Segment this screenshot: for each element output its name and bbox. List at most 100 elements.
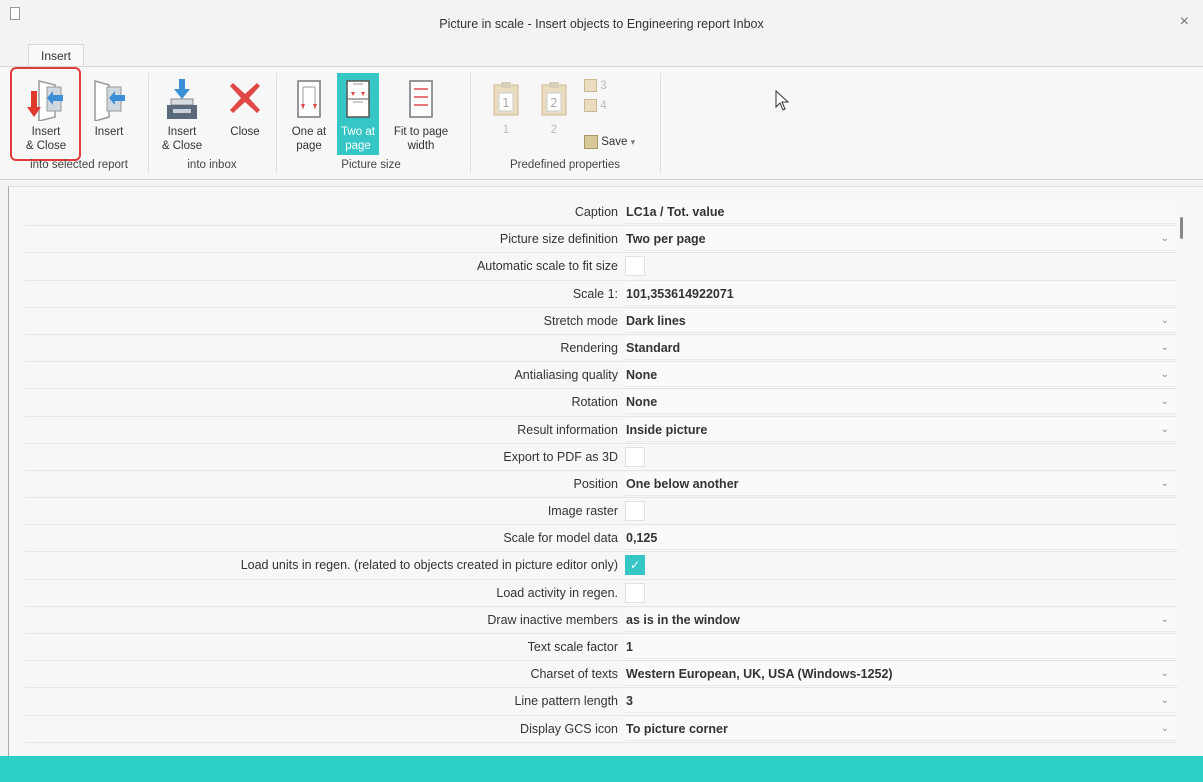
property-label: Rotation xyxy=(571,395,618,410)
property-select[interactable]: None ⌄ xyxy=(625,363,1177,388)
property-select[interactable]: One below another ⌄ xyxy=(625,471,1177,496)
fit-to-page-width-icon xyxy=(409,80,433,118)
two-at-page-button[interactable]: Two at page xyxy=(337,73,379,155)
property-row: Display GCS icon To picture corner ⌄ xyxy=(25,716,1177,743)
fit-to-page-width-label-2: width xyxy=(407,140,435,152)
property-label: Scale 1: xyxy=(572,286,618,301)
property-panel: Caption LC1a / Tot. value Picture size def… xyxy=(8,186,1203,756)
fit-to-page-width-button[interactable]: Fit to page width xyxy=(388,69,454,159)
clipboard-icon: 2 xyxy=(541,82,567,116)
property-select[interactable]: Western European, UK, USA (Windows-1252)… xyxy=(625,662,1177,687)
clipboard-icon: 1 xyxy=(493,82,519,116)
clipboard-small-icon xyxy=(584,79,597,93)
property-label: Rendering xyxy=(560,340,618,355)
property-value: Inside picture xyxy=(626,422,708,437)
property-row: Position One below another ⌄ xyxy=(25,471,1177,499)
inbox-insert-close-label-2: & Close xyxy=(161,140,203,152)
property-select[interactable]: To picture corner ⌄ xyxy=(625,716,1177,741)
preset-2-button[interactable]: 2 2 xyxy=(532,69,576,159)
svg-text:2: 2 xyxy=(550,96,558,110)
inbox-insert-close-label-1: Insert xyxy=(167,126,197,138)
property-row: Rendering Standard ⌄ xyxy=(25,335,1177,363)
property-select[interactable]: Standard ⌄ xyxy=(625,335,1177,360)
clipboard-small-icon xyxy=(584,99,597,113)
highlight-frame xyxy=(10,67,81,161)
fit-to-page-width-label-1: Fit to page xyxy=(393,126,449,138)
property-checkbox[interactable] xyxy=(625,501,645,522)
property-value-field[interactable]: 1 xyxy=(625,635,1177,659)
property-checkbox[interactable] xyxy=(625,256,645,277)
chevron-down-icon[interactable]: ⌄ xyxy=(1161,608,1169,632)
save-button[interactable]: Save ▾ xyxy=(584,135,654,153)
property-value: Western European, UK, USA (Windows-1252) xyxy=(626,667,893,682)
chevron-down-icon: ▾ xyxy=(630,137,636,148)
chevron-down-icon[interactable]: ⌄ xyxy=(1161,227,1169,251)
insert-button[interactable]: Insert xyxy=(86,69,132,159)
property-select[interactable]: 3 ⌄ xyxy=(625,689,1177,714)
chevron-down-icon[interactable]: ⌄ xyxy=(1161,363,1169,387)
property-select[interactable]: Inside picture ⌄ xyxy=(625,417,1177,442)
property-checkbox[interactable] xyxy=(625,446,645,467)
save-icon xyxy=(584,135,598,149)
property-value: One below another xyxy=(626,476,739,491)
chevron-down-icon[interactable]: ⌄ xyxy=(1161,662,1169,686)
group-label-predefined: Predefined properties xyxy=(510,159,620,171)
property-value-field[interactable]: 101,353614922071 xyxy=(625,281,1177,306)
inbox-insert-close-button[interactable]: Insert & Close xyxy=(154,69,210,159)
property-value: None xyxy=(626,395,658,410)
property-select[interactable]: Dark lines ⌄ xyxy=(625,308,1177,333)
property-row: Load activity in regen. xyxy=(25,580,1177,607)
group-label-picture-size: Picture size xyxy=(341,159,401,171)
close-button[interactable]: Close xyxy=(222,69,268,159)
preset-4-button[interactable]: 4 xyxy=(584,99,624,117)
property-label: Scale for model data xyxy=(503,531,618,546)
ribbon: Insert & Close Insert into selected repo… xyxy=(0,66,1203,180)
chevron-down-icon[interactable]: ⌄ xyxy=(1161,418,1169,442)
property-row: Scale 1: 101,353614922071 xyxy=(25,281,1177,308)
property-value: 1 xyxy=(626,640,633,654)
chevron-down-icon[interactable]: ⌄ xyxy=(1161,390,1169,414)
property-label: Picture size definition xyxy=(499,232,618,247)
chevron-down-icon[interactable]: ⌄ xyxy=(1161,336,1169,360)
chevron-down-icon[interactable]: ⌄ xyxy=(1161,309,1169,333)
chevron-down-icon[interactable]: ⌄ xyxy=(1161,717,1169,741)
property-value: Dark lines xyxy=(626,313,686,328)
property-row: Stretch mode Dark lines ⌄ xyxy=(25,308,1177,335)
insert-label: Insert xyxy=(94,126,124,138)
tab-insert[interactable]: Insert xyxy=(28,44,84,66)
property-row: Scale for model data 0,125 xyxy=(25,525,1177,553)
property-value: 0,125 xyxy=(626,531,658,546)
bottom-bar xyxy=(0,756,1203,782)
property-row: Text scale factor 1 xyxy=(25,634,1177,662)
property-label: Caption xyxy=(574,205,618,219)
property-value: To picture corner xyxy=(626,721,728,736)
property-select[interactable]: Two per page ⌄ xyxy=(625,227,1177,252)
property-label: Position xyxy=(573,476,618,491)
property-row: Export to PDF as 3D xyxy=(25,444,1177,471)
property-value: as is in the window xyxy=(626,612,740,627)
insert-icon xyxy=(94,80,125,121)
group-label-inbox: into inbox xyxy=(187,159,237,171)
chevron-down-icon[interactable]: ⌄ xyxy=(1161,472,1169,496)
property-value: Two per page xyxy=(626,232,706,247)
property-label: Result information xyxy=(517,422,618,437)
scrollbar[interactable] xyxy=(1180,217,1183,239)
window-close-button[interactable]: × xyxy=(1180,13,1189,31)
property-value: None xyxy=(626,368,658,383)
property-select[interactable]: None ⌄ xyxy=(625,390,1177,415)
property-label: Display GCS icon xyxy=(520,721,618,736)
preset-3-button[interactable]: 3 xyxy=(584,79,624,97)
property-checkbox[interactable] xyxy=(625,582,645,603)
property-row: Result information Inside picture ⌄ xyxy=(25,417,1177,444)
chevron-down-icon[interactable]: ⌄ xyxy=(1161,689,1169,713)
property-value-field[interactable]: LC1a / Tot. value xyxy=(625,200,1177,224)
group-separator xyxy=(470,73,471,173)
property-value: LC1a / Tot. value xyxy=(626,205,725,219)
one-at-page-button[interactable]: One at page xyxy=(284,69,334,159)
property-row: Load units in regen. (related to objects… xyxy=(25,552,1177,580)
property-checkbox[interactable]: ✓ xyxy=(625,555,645,576)
property-select[interactable]: as is in the window ⌄ xyxy=(625,607,1177,632)
property-label: Antialiasing quality xyxy=(514,368,618,383)
property-value-field[interactable]: 0,125 xyxy=(625,526,1177,551)
preset-1-button[interactable]: 1 1 xyxy=(484,69,528,159)
